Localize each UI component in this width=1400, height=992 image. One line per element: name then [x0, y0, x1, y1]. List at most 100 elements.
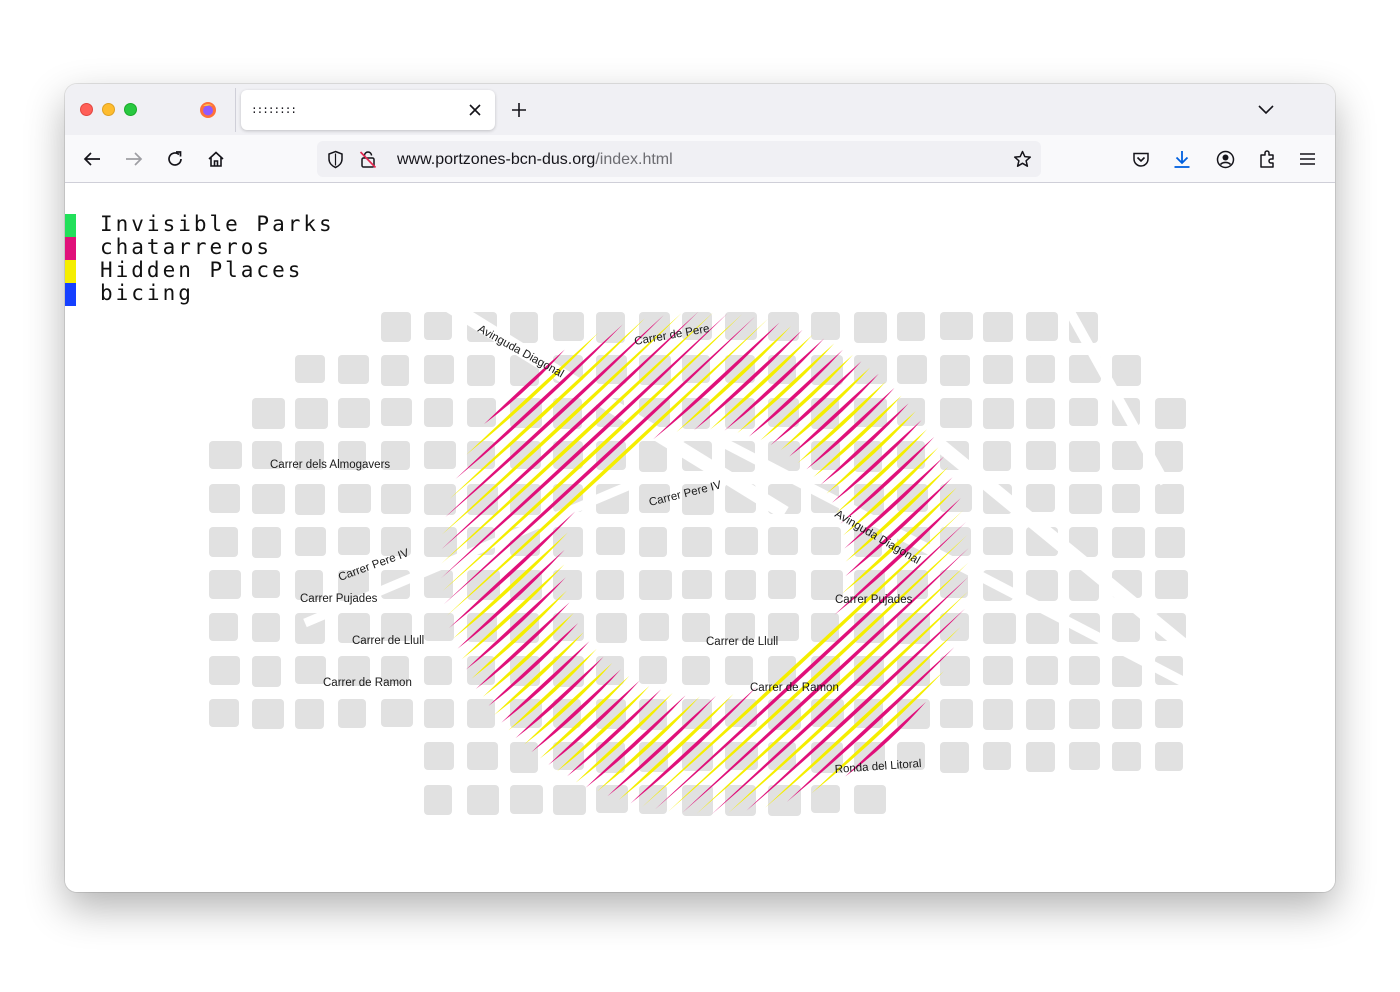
city-block: [510, 742, 538, 773]
city-block: [1112, 484, 1140, 513]
city-block: [381, 484, 411, 514]
active-tab[interactable]: ::::::::: [241, 90, 495, 130]
city-block: [338, 398, 370, 428]
city-block: [596, 527, 625, 555]
city-block: [983, 699, 1013, 730]
city-block: [1112, 742, 1141, 771]
avenue-line: [702, 428, 1208, 698]
url-path: /index.html: [595, 151, 673, 168]
city-block: [940, 699, 973, 728]
city-block: [1112, 699, 1142, 729]
city-block: [983, 656, 1013, 685]
legend-label[interactable]: bicing: [100, 282, 194, 305]
city-block: [1069, 398, 1098, 426]
city-block: [252, 613, 280, 642]
city-block: [940, 742, 969, 773]
insecure-lock-icon[interactable]: [359, 150, 377, 169]
city-block: [682, 656, 710, 685]
city-block: [1112, 355, 1141, 386]
extensions-icon[interactable]: [1254, 146, 1280, 172]
list-all-tabs-icon[interactable]: [1254, 98, 1278, 122]
web-page: Carrer dels Almogavers Avinguda Diagonal…: [65, 183, 1335, 892]
city-block: [596, 785, 628, 813]
city-block: [209, 656, 240, 685]
city-block: [209, 441, 242, 469]
city-block: [983, 398, 1014, 429]
city-block: [854, 785, 886, 814]
menu-icon[interactable]: [1294, 146, 1320, 172]
city-block: [209, 484, 240, 513]
city-block: [467, 398, 496, 427]
city-block: [295, 527, 326, 556]
city-block: [295, 398, 328, 429]
city-block: [1026, 441, 1056, 470]
new-tab-button[interactable]: [506, 97, 532, 123]
city-block: [209, 527, 238, 557]
street-label-llull-center: Carrer de Llull: [706, 636, 778, 648]
shield-icon[interactable]: [327, 150, 344, 169]
reload-icon[interactable]: [162, 146, 188, 172]
legend-swatch-yellow: [65, 260, 76, 283]
city-block: [1069, 484, 1102, 514]
city-block: [424, 613, 454, 641]
city-block: [424, 441, 456, 469]
highlight-stripes: [441, 311, 969, 815]
legend-swatch-blue: [65, 283, 76, 306]
city-block: [725, 656, 753, 685]
url-bar[interactable]: www.portzones-bcn-dus.org/index.html: [317, 141, 1041, 177]
city-block: [811, 312, 840, 340]
city-block: [897, 398, 925, 426]
city-block: [424, 355, 454, 384]
city-block: [811, 785, 840, 813]
back-icon[interactable]: [79, 146, 105, 172]
city-block: [639, 785, 667, 814]
city-block: [1026, 398, 1055, 429]
city-block: [1026, 699, 1055, 730]
city-block: [1155, 527, 1185, 558]
city-block: [424, 785, 452, 815]
bookmark-star-icon[interactable]: [1013, 150, 1032, 168]
tab-close-icon[interactable]: [463, 98, 487, 122]
city-block: [295, 484, 325, 515]
city-block: [338, 484, 371, 513]
browser-window: :::::::: www.portzones-bcn-dus.org/index…: [65, 84, 1335, 892]
minimize-window-button[interactable]: [102, 103, 115, 116]
city-block: [1026, 570, 1058, 601]
navigation-toolbar: www.portzones-bcn-dus.org/index.html: [65, 135, 1335, 183]
url-text[interactable]: www.portzones-bcn-dus.org/index.html: [397, 151, 673, 169]
zoom-window-button[interactable]: [124, 103, 137, 116]
legend-label[interactable]: Invisible Parks: [100, 213, 335, 236]
city-block: [467, 785, 499, 815]
account-icon[interactable]: [1212, 146, 1238, 172]
city-block: [553, 312, 584, 341]
city-block: [1112, 613, 1140, 642]
city-block: [725, 570, 756, 600]
city-block: [940, 656, 970, 686]
street-label-almogavers: Carrer dels Almogavers: [270, 459, 390, 471]
city-block: [1026, 355, 1055, 383]
city-block: [940, 355, 970, 386]
city-block: [983, 355, 1013, 384]
city-block: [940, 613, 969, 641]
magenta-stripe: [711, 576, 969, 815]
legend-label[interactable]: chatarreros: [100, 236, 272, 259]
tab-bar: ::::::::: [65, 84, 1335, 135]
city-block: [596, 613, 627, 643]
city-block: [596, 312, 625, 343]
street-label-llull-left: Carrer de Llull: [352, 635, 424, 647]
city-block: [381, 312, 411, 342]
city-block: [897, 355, 927, 384]
downloads-icon[interactable]: [1169, 146, 1195, 172]
forward-icon[interactable]: [121, 146, 147, 172]
home-icon[interactable]: [203, 146, 229, 172]
city-block: [424, 742, 454, 770]
city-block: [854, 312, 887, 343]
city-block: [1069, 656, 1100, 685]
close-window-button[interactable]: [80, 103, 93, 116]
legend-label[interactable]: Hidden Places: [100, 259, 303, 282]
pocket-icon[interactable]: [1128, 146, 1154, 172]
city-block: [424, 656, 452, 685]
city-block: [768, 570, 796, 599]
city-block: [596, 570, 624, 600]
firefox-icon[interactable]: [199, 101, 217, 119]
